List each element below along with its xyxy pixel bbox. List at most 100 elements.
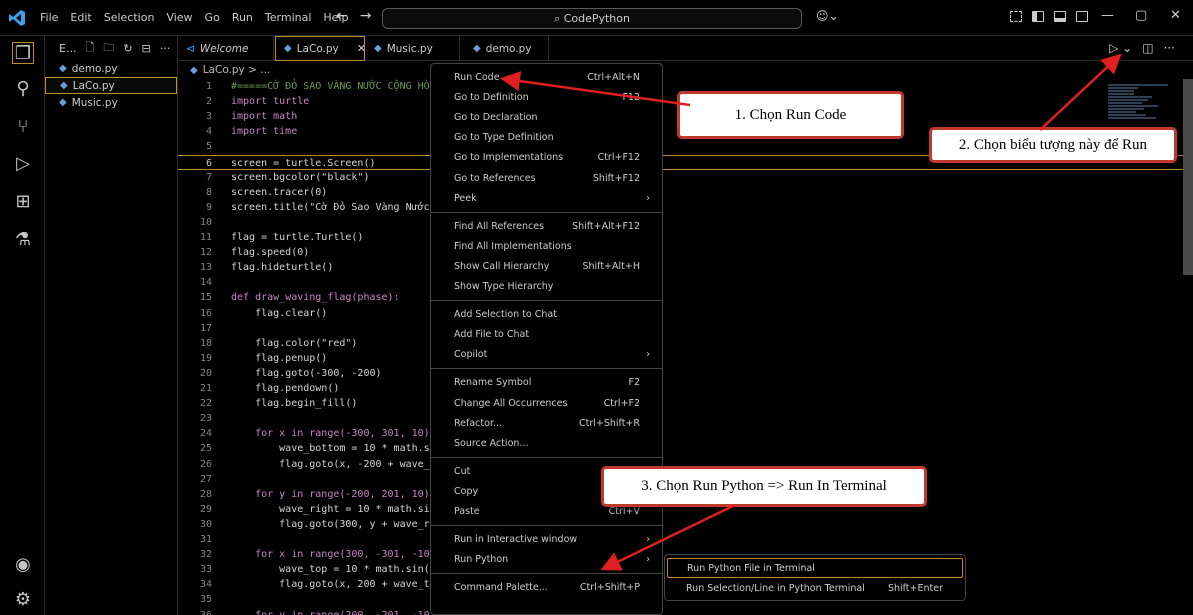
menu-terminal[interactable]: Terminal — [265, 11, 312, 24]
menu-item-find-all-implementations[interactable]: Find All Implementations — [431, 237, 662, 257]
menu-item-go-to-definition[interactable]: Go to Definition F12 — [431, 88, 662, 108]
menu-item-run-code[interactable]: Run Code Ctrl+Alt+N — [431, 68, 662, 88]
tab-demo[interactable]: ◆ demo.py — [461, 36, 549, 61]
refresh-icon[interactable]: ↻ — [123, 42, 132, 55]
menu-separator — [431, 368, 662, 370]
explorer-header: E... 🗋 🗀 ↻ ⊟ ··· — [45, 36, 177, 60]
menu-file[interactable]: File — [40, 11, 58, 24]
editor-scrollbar[interactable] — [1183, 79, 1193, 275]
menu-item-go-to-references[interactable]: Go to References Shift+F12 — [431, 169, 662, 189]
menu-item-source-action[interactable]: Source Action... — [431, 434, 662, 454]
menu-item-add-file-to-chat[interactable]: Add File to Chat — [431, 325, 662, 345]
new-file-icon[interactable]: 🗋 — [85, 39, 94, 58]
menu-item-show-call-hierarchy[interactable]: Show Call Hierarchy Shift+Alt+H — [431, 257, 662, 277]
code-line[interactable]: 13 flag.hideturtle() — [178, 260, 1183, 275]
minimize-button[interactable]: — — [1101, 8, 1114, 23]
run-debug-icon[interactable]: ▷ — [12, 153, 34, 175]
code-text: flag.speed(0) — [231, 247, 310, 259]
line-number: 5 — [205, 141, 212, 153]
menu-item-show-type-hierarchy[interactable]: Show Type Hierarchy — [431, 277, 662, 297]
menu-item-run-selection-line[interactable]: Run Selection/Line in Python Terminal Sh… — [667, 579, 963, 599]
menu-item-go-to-type-definition[interactable]: Go to Type Definition — [431, 128, 662, 148]
menu-item-change-all-occurrences[interactable]: Change All Occurrences Ctrl+F2 — [431, 394, 662, 414]
maximize-button[interactable]: ▢ — [1135, 8, 1147, 23]
menu-item-run-python-file-in-terminal[interactable]: Run Python File in Terminal — [667, 558, 963, 578]
more-actions-icon[interactable]: ··· — [1164, 41, 1175, 55]
tab-music[interactable]: ◆ Music.py — [366, 36, 460, 61]
code-line[interactable]: 15 def draw_waving_flag(phase): — [178, 290, 1183, 305]
extensions-icon[interactable]: ⊞ — [12, 191, 34, 213]
testing-icon[interactable]: ⚗ — [12, 229, 34, 251]
menu-item-go-to-declaration[interactable]: Go to Declaration — [431, 108, 662, 128]
tab-laco[interactable]: ◆ LaCo.py ✕ — [275, 36, 366, 61]
new-folder-icon[interactable]: 🗀 — [103, 39, 114, 58]
menu-item-label: Add File to Chat — [454, 329, 530, 341]
run-python-file-icon[interactable]: ▷ ⌄ — [1109, 41, 1132, 55]
explorer-icon[interactable]: ❐ — [12, 42, 34, 64]
menu-go[interactable]: Go — [205, 11, 220, 24]
menu-item-copilot[interactable]: Copilot › — [431, 345, 662, 365]
menu-item-run-in-interactive-window[interactable]: Run in Interactive window › — [431, 530, 662, 550]
code-line[interactable]: 21 flag.pendown() — [178, 381, 1183, 396]
menu-item-find-all-references[interactable]: Find All References Shift+Alt+F12 — [431, 217, 662, 237]
code-line[interactable]: 10 — [178, 215, 1183, 230]
menu-selection[interactable]: Selection — [104, 11, 155, 24]
code-text: flag.pendown() — [231, 383, 340, 394]
file-item-music[interactable]: ◆ Music.py — [45, 94, 177, 111]
toggle-secondary-sidebar-icon[interactable] — [1076, 11, 1088, 22]
chevron-right-icon: › — [646, 534, 650, 546]
menu-item-go-to-implementations[interactable]: Go to Implementations Ctrl+F12 — [431, 148, 662, 168]
settings-gear-icon[interactable]: ⚙ — [12, 589, 34, 611]
menu-item-label: Copilot — [454, 349, 488, 361]
menu-item-peek[interactable]: Peek › — [431, 189, 662, 209]
collapse-all-icon[interactable]: ⊟ — [142, 42, 151, 55]
breadcrumb[interactable]: ◆ LaCo.py > ... — [190, 64, 270, 76]
code-line[interactable]: 8 screen.tracer(0) — [178, 185, 1183, 200]
menu-item-refactor[interactable]: Refactor... Ctrl+Shift+R — [431, 414, 662, 434]
code-line[interactable]: 36 for y in range(200, -201, -10) — [178, 608, 1183, 615]
menu-run[interactable]: Run — [232, 11, 253, 24]
code-line[interactable]: 9 screen.title("Cờ Đỏ Sao Vàng Nước — [178, 200, 1183, 215]
menu-edit[interactable]: Edit — [70, 11, 91, 24]
minimap[interactable] — [1108, 84, 1178, 130]
split-editor-icon[interactable]: ◫ — [1142, 41, 1153, 55]
more-actions-icon[interactable]: ··· — [160, 42, 171, 55]
code-line[interactable]: 23 — [178, 411, 1183, 426]
code-line[interactable]: 25 wave_bottom = 10 * math.si — [178, 441, 1183, 456]
code-line[interactable]: 22 flag.begin_fill() — [178, 396, 1183, 411]
toggle-panel-icon[interactable] — [1054, 11, 1066, 22]
code-line[interactable]: 14 — [178, 275, 1183, 290]
tab-welcome[interactable]: ⊲ Welcome — [178, 36, 274, 61]
code-line[interactable]: 16 flag.clear() — [178, 306, 1183, 321]
back-arrow-icon[interactable]: ← — [336, 8, 348, 24]
menu-view[interactable]: View — [166, 11, 192, 24]
accounts-icon[interactable]: ◉ — [12, 554, 34, 576]
toggle-sidebar-icon[interactable] — [1032, 11, 1044, 22]
customize-layout-icon[interactable] — [1010, 11, 1022, 22]
close-tab-icon[interactable]: ✕ — [357, 42, 366, 55]
copilot-icon[interactable]: ☺⌄ — [816, 9, 839, 23]
menu-item-command-palette[interactable]: Command Palette... Ctrl+Shift+P — [431, 578, 662, 598]
code-line[interactable]: 11 flag = turtle.Turtle() — [178, 230, 1183, 245]
code-line[interactable]: 20 flag.goto(-300, -200) — [178, 366, 1183, 381]
menu-item-add-selection-to-chat[interactable]: Add Selection to Chat — [431, 305, 662, 325]
code-line[interactable]: 24 for x in range(-300, 301, 10): — [178, 426, 1183, 441]
menu-item-rename-symbol[interactable]: Rename Symbol F2 — [431, 373, 662, 393]
source-control-icon[interactable]: ⑂ — [12, 116, 34, 138]
code-line[interactable]: 7 screen.bgcolor("black") — [178, 170, 1183, 185]
file-item-demo[interactable]: ◆ demo.py — [45, 60, 177, 77]
code-line[interactable]: 31 — [178, 532, 1183, 547]
forward-arrow-icon[interactable]: → — [360, 8, 372, 24]
code-line[interactable]: 17 — [178, 321, 1183, 336]
line-number: 23 — [199, 413, 212, 425]
search-icon[interactable]: ⚲ — [12, 78, 34, 100]
close-window-button[interactable]: ✕ — [1170, 8, 1181, 23]
code-text: flag.color("red") — [231, 337, 358, 349]
code-line[interactable]: 30 flag.goto(300, y + wave_ri — [178, 517, 1183, 532]
code-line[interactable]: 18 flag.color("red") — [178, 336, 1183, 351]
code-line[interactable]: 12 flag.speed(0) — [178, 245, 1183, 260]
code-line[interactable]: 19 flag.penup() — [178, 351, 1183, 366]
menu-item-run-python[interactable]: Run Python › — [431, 550, 662, 570]
command-center-search[interactable]: ⌕ CodePython — [382, 8, 802, 29]
file-item-laco[interactable]: ◆ LaCo.py — [45, 77, 177, 94]
